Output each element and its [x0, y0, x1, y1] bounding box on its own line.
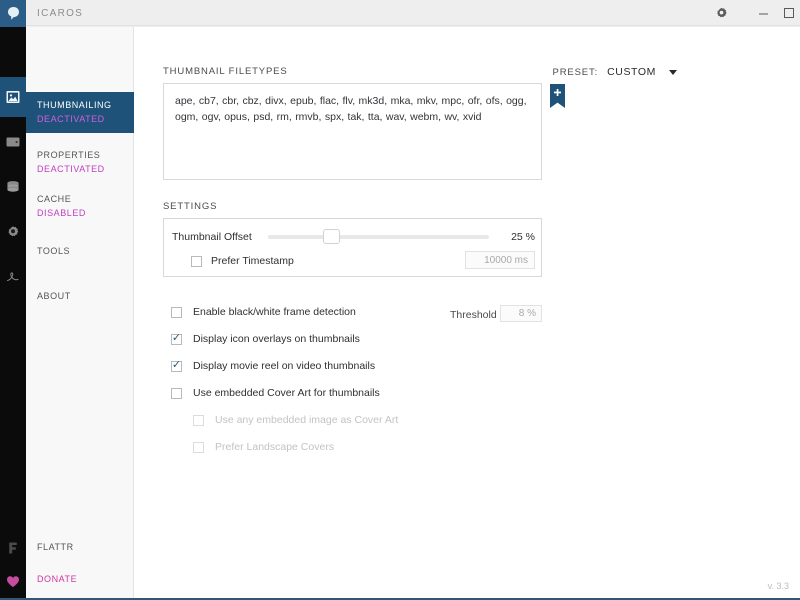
version-label: v. 3.3: [767, 581, 789, 591]
filetypes-input[interactable]: ape, cb7, cbr, cbz, divx, epub, flac, fl…: [163, 83, 542, 180]
sidebar-item-donate[interactable]: DONATE: [26, 566, 134, 593]
prefer-timestamp-row: Prefer Timestamp 10000 ms: [191, 251, 539, 271]
sidebar-item-label: TOOLS: [37, 246, 71, 256]
bookmark-plus-icon: [550, 84, 565, 108]
thumbnail-offset-value: 25 %: [511, 231, 535, 243]
sidebar-item-status: DEACTIVATED: [37, 114, 105, 124]
settings-panel: Thumbnail Offset 25 % Prefer Timestamp 1…: [163, 218, 542, 277]
sidebar-item-label: PROPERTIES: [37, 150, 101, 160]
icon-rail: [0, 0, 26, 598]
app-title: ICAROS: [37, 8, 84, 19]
thumbnail-filetypes-label: THUMBNAIL FILETYPES: [163, 66, 288, 77]
tools-gear-icon: [8, 226, 19, 237]
add-preset-button[interactable]: [550, 84, 565, 110]
sidebar-item-status: DISABLED: [37, 208, 86, 218]
any-embedded-image-checkbox: [193, 414, 204, 426]
option-label: Prefer Landscape Covers: [215, 441, 335, 453]
icon-overlays-checkbox[interactable]: [171, 333, 182, 345]
sidebar-item-tools[interactable]: TOOLS: [26, 238, 134, 265]
landscape-covers-checkbox: [193, 441, 204, 453]
flattr-icon: [9, 542, 17, 554]
threshold-label: Threshold: [450, 309, 497, 321]
about-signature-icon: [7, 272, 19, 281]
settings-gear-button[interactable]: [706, 0, 736, 26]
prefer-timestamp-label: Prefer Timestamp: [211, 255, 294, 267]
maximize-icon: [784, 8, 794, 18]
thumbnail-offset-slider[interactable]: [268, 229, 489, 244]
preset-selector[interactable]: PRESET: CUSTOM: [553, 66, 677, 78]
filetypes-value: ape, cb7, cbr, cbz, divx, epub, flac, fl…: [175, 95, 527, 123]
sidebar-item-label: DONATE: [37, 574, 78, 584]
option-label: Enable black/white frame detection: [193, 306, 356, 318]
option-label: Display icon overlays on thumbnails: [193, 333, 360, 345]
option-label: Use embedded Cover Art for thumbnails: [193, 387, 380, 399]
cache-database-icon: [7, 181, 19, 192]
window-controls: [706, 0, 800, 26]
preset-value: CUSTOM: [607, 66, 656, 78]
rail-item-tools[interactable]: [0, 212, 26, 252]
sidebar-item-label: CACHE: [37, 194, 72, 204]
rail-item-donate[interactable]: [0, 561, 26, 598]
rail-item-cache[interactable]: [0, 167, 26, 207]
icaros-logo-icon: [0, 0, 26, 27]
bw-detection-checkbox[interactable]: [171, 306, 182, 318]
icaros-window: ICAROS THUMBNAILING DEACTIVATED PROPERTI…: [0, 0, 800, 600]
threshold-input[interactable]: 8 %: [500, 305, 542, 322]
thumbnail-offset-label: Thumbnail Offset: [172, 231, 252, 243]
rail-item-about[interactable]: [0, 257, 26, 297]
timestamp-ms-input[interactable]: 10000 ms: [465, 251, 535, 269]
settings-label: SETTINGS: [163, 201, 218, 212]
sidebar-item-thumbnailing[interactable]: THUMBNAILING DEACTIVATED: [26, 92, 134, 133]
chevron-down-icon: [669, 69, 677, 75]
thumbnail-offset-row: Thumbnail Offset 25 %: [172, 228, 535, 246]
rail-item-thumbnailing[interactable]: [0, 77, 26, 117]
option-row-icon-overlays[interactable]: Display icon overlays on thumbnails: [171, 333, 551, 345]
sidebar-item-label: ABOUT: [37, 291, 71, 301]
option-label: Use any embedded image as Cover Art: [215, 414, 399, 426]
prefer-timestamp-checkbox[interactable]: [191, 255, 202, 267]
properties-tag-icon: [6, 137, 20, 147]
sidebar-item-about[interactable]: ABOUT: [26, 283, 134, 310]
preset-label: PRESET:: [552, 66, 599, 78]
option-row-cover-art[interactable]: Use embedded Cover Art for thumbnails: [171, 387, 551, 399]
gear-icon: [716, 7, 727, 17]
option-row-movie-reel[interactable]: Display movie reel on video thumbnails: [171, 360, 551, 372]
option-row-landscape-covers: Prefer Landscape Covers: [193, 441, 573, 453]
movie-reel-checkbox[interactable]: [171, 360, 182, 372]
thumbnail-image-icon: [6, 91, 20, 103]
title-bar-inner: [26, 0, 800, 26]
rail-item-properties[interactable]: [0, 122, 26, 162]
slider-thumb[interactable]: [323, 229, 341, 244]
minimize-button[interactable]: [748, 0, 778, 26]
heart-donate-icon: [7, 575, 19, 587]
minimize-icon: [758, 13, 768, 14]
cover-art-checkbox[interactable]: [171, 387, 182, 399]
option-label: Display movie reel on video thumbnails: [193, 360, 376, 372]
sidebar-item-label: FLATTR: [37, 542, 74, 552]
sidebar-item-properties[interactable]: PROPERTIES DEACTIVATED: [26, 142, 134, 183]
sidebar: THUMBNAILING DEACTIVATED PROPERTIES DEAC…: [26, 27, 134, 598]
sidebar-item-status: DEACTIVATED: [37, 164, 105, 174]
maximize-button[interactable]: [778, 0, 800, 26]
main-content: THUMBNAIL FILETYPES PRESET: CUSTOM ape, …: [134, 27, 800, 598]
sidebar-item-flattr[interactable]: FLATTR: [26, 534, 134, 561]
sidebar-item-cache[interactable]: CACHE DISABLED: [26, 186, 134, 227]
sidebar-item-label: THUMBNAILING: [37, 100, 112, 110]
title-bar: ICAROS: [26, 0, 800, 27]
option-row-any-embedded-image: Use any embedded image as Cover Art: [193, 414, 573, 426]
